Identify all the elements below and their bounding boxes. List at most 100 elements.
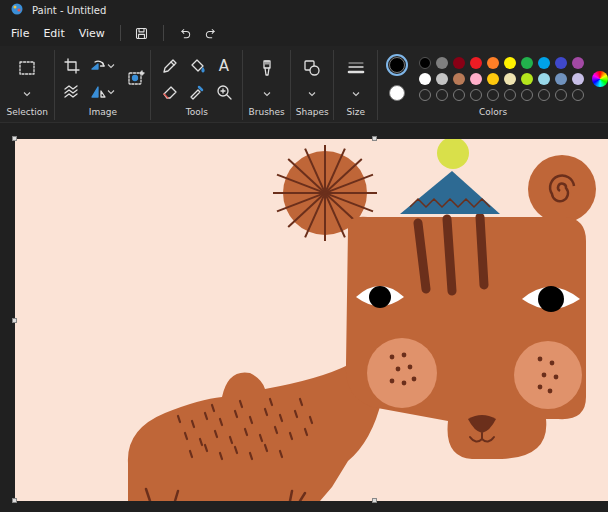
palette-cell[interactable] <box>554 72 567 85</box>
brush-icon[interactable] <box>254 56 280 80</box>
color-swatch[interactable] <box>538 73 550 85</box>
resize-handle[interactable] <box>12 136 17 141</box>
color-swatch[interactable] <box>419 57 431 69</box>
palette-cell[interactable] <box>571 56 584 69</box>
chevron-icon[interactable] <box>263 82 271 101</box>
resize-icon[interactable] <box>59 80 85 104</box>
palette-cell[interactable] <box>571 88 584 101</box>
resize-handle[interactable] <box>372 498 377 503</box>
color-swatch[interactable] <box>436 73 448 85</box>
redo-icon[interactable] <box>198 22 224 44</box>
empty-swatch[interactable] <box>572 89 584 101</box>
flip-icon[interactable] <box>85 80 119 104</box>
save-icon[interactable] <box>129 22 155 44</box>
palette-cell[interactable] <box>452 88 465 101</box>
color-swatch[interactable] <box>504 73 516 85</box>
pencil-icon[interactable] <box>157 54 183 78</box>
menu-item[interactable]: File <box>4 24 36 43</box>
color-swatch[interactable] <box>487 73 499 85</box>
palette-cell[interactable] <box>486 72 499 85</box>
selection-icon[interactable] <box>14 56 40 80</box>
resize-handle[interactable] <box>12 318 17 323</box>
palette-cell[interactable] <box>520 56 533 69</box>
palette-cell[interactable] <box>469 56 482 69</box>
color-swatch[interactable] <box>504 57 516 69</box>
palette-cell[interactable] <box>554 88 567 101</box>
chevron-icon[interactable] <box>308 82 316 101</box>
crop-icon[interactable] <box>59 54 85 78</box>
color-swatch[interactable] <box>521 57 533 69</box>
empty-swatch[interactable] <box>436 89 448 101</box>
palette-cell[interactable] <box>435 88 448 101</box>
palette-cell[interactable] <box>503 88 516 101</box>
color-swatch[interactable] <box>453 73 465 85</box>
separator <box>120 25 121 41</box>
size-icon[interactable] <box>343 56 369 80</box>
palette-cell[interactable] <box>503 56 516 69</box>
text-tool[interactable]: A <box>211 54 237 78</box>
palette-cell[interactable] <box>418 72 431 85</box>
color-swatch[interactable] <box>453 57 465 69</box>
empty-swatch[interactable] <box>504 89 516 101</box>
palette-cell[interactable] <box>452 72 465 85</box>
empty-swatch[interactable] <box>470 89 482 101</box>
palette-cell[interactable] <box>554 56 567 69</box>
empty-swatch[interactable] <box>453 89 465 101</box>
color-swatch[interactable] <box>572 57 584 69</box>
palette-cell[interactable] <box>503 72 516 85</box>
menu-item[interactable]: View <box>72 24 112 43</box>
primary-color-swatch[interactable] <box>389 57 405 73</box>
color-swatch[interactable] <box>521 73 533 85</box>
shapes-icon[interactable] <box>299 56 325 80</box>
empty-swatch[interactable] <box>555 89 567 101</box>
palette-cell[interactable] <box>537 88 550 101</box>
palette-cell[interactable] <box>452 56 465 69</box>
palette-cell[interactable] <box>486 88 499 101</box>
palette-cell[interactable] <box>418 56 431 69</box>
color-swatch[interactable] <box>555 73 567 85</box>
undo-icon[interactable] <box>172 22 198 44</box>
rotate-icon[interactable] <box>85 54 119 78</box>
color-swatch[interactable] <box>538 57 550 69</box>
color-swatch[interactable] <box>419 73 431 85</box>
empty-swatch[interactable] <box>419 89 431 101</box>
empty-swatch[interactable] <box>538 89 550 101</box>
palette-cell[interactable] <box>469 88 482 101</box>
palette-cell[interactable] <box>486 56 499 69</box>
color-swatch[interactable] <box>436 57 448 69</box>
primary-color[interactable] <box>386 54 408 76</box>
color-swatch[interactable] <box>470 73 482 85</box>
palette-cell[interactable] <box>571 72 584 85</box>
menu-item[interactable]: Edit <box>36 24 71 43</box>
resize-handle[interactable] <box>12 498 17 503</box>
eraser-icon[interactable] <box>157 80 183 104</box>
palette-cell[interactable] <box>520 72 533 85</box>
edit-colors-icon[interactable] <box>592 71 608 87</box>
color-swatch[interactable] <box>487 57 499 69</box>
chevron-icon[interactable] <box>352 82 360 101</box>
resize-handle[interactable] <box>372 136 377 141</box>
color-swatch[interactable] <box>555 57 567 69</box>
remove-background-icon[interactable] <box>123 67 149 91</box>
empty-swatch[interactable] <box>487 89 499 101</box>
palette-cell[interactable] <box>537 56 550 69</box>
drawing-canvas[interactable] <box>15 139 608 501</box>
palette-cell[interactable] <box>435 56 448 69</box>
secondary-color-swatch[interactable] <box>389 85 405 101</box>
empty-swatch[interactable] <box>521 89 533 101</box>
chevron-icon[interactable] <box>23 82 31 101</box>
color-swatch[interactable] <box>572 73 584 85</box>
magnifier-icon[interactable] <box>211 80 237 104</box>
menu-bar: FileEditView <box>0 20 608 46</box>
palette-cell[interactable] <box>469 72 482 85</box>
group-label: Brushes <box>247 107 287 120</box>
color-swatch[interactable] <box>470 57 482 69</box>
palette-cell[interactable] <box>418 88 431 101</box>
fill-bucket-icon[interactable] <box>184 54 210 78</box>
palette-cell[interactable] <box>520 88 533 101</box>
secondary-color[interactable] <box>386 82 408 104</box>
color-picker-icon[interactable] <box>184 80 210 104</box>
palette-cell[interactable] <box>537 72 550 85</box>
palette-cell[interactable] <box>435 72 448 85</box>
group-label: Selection <box>4 107 49 120</box>
